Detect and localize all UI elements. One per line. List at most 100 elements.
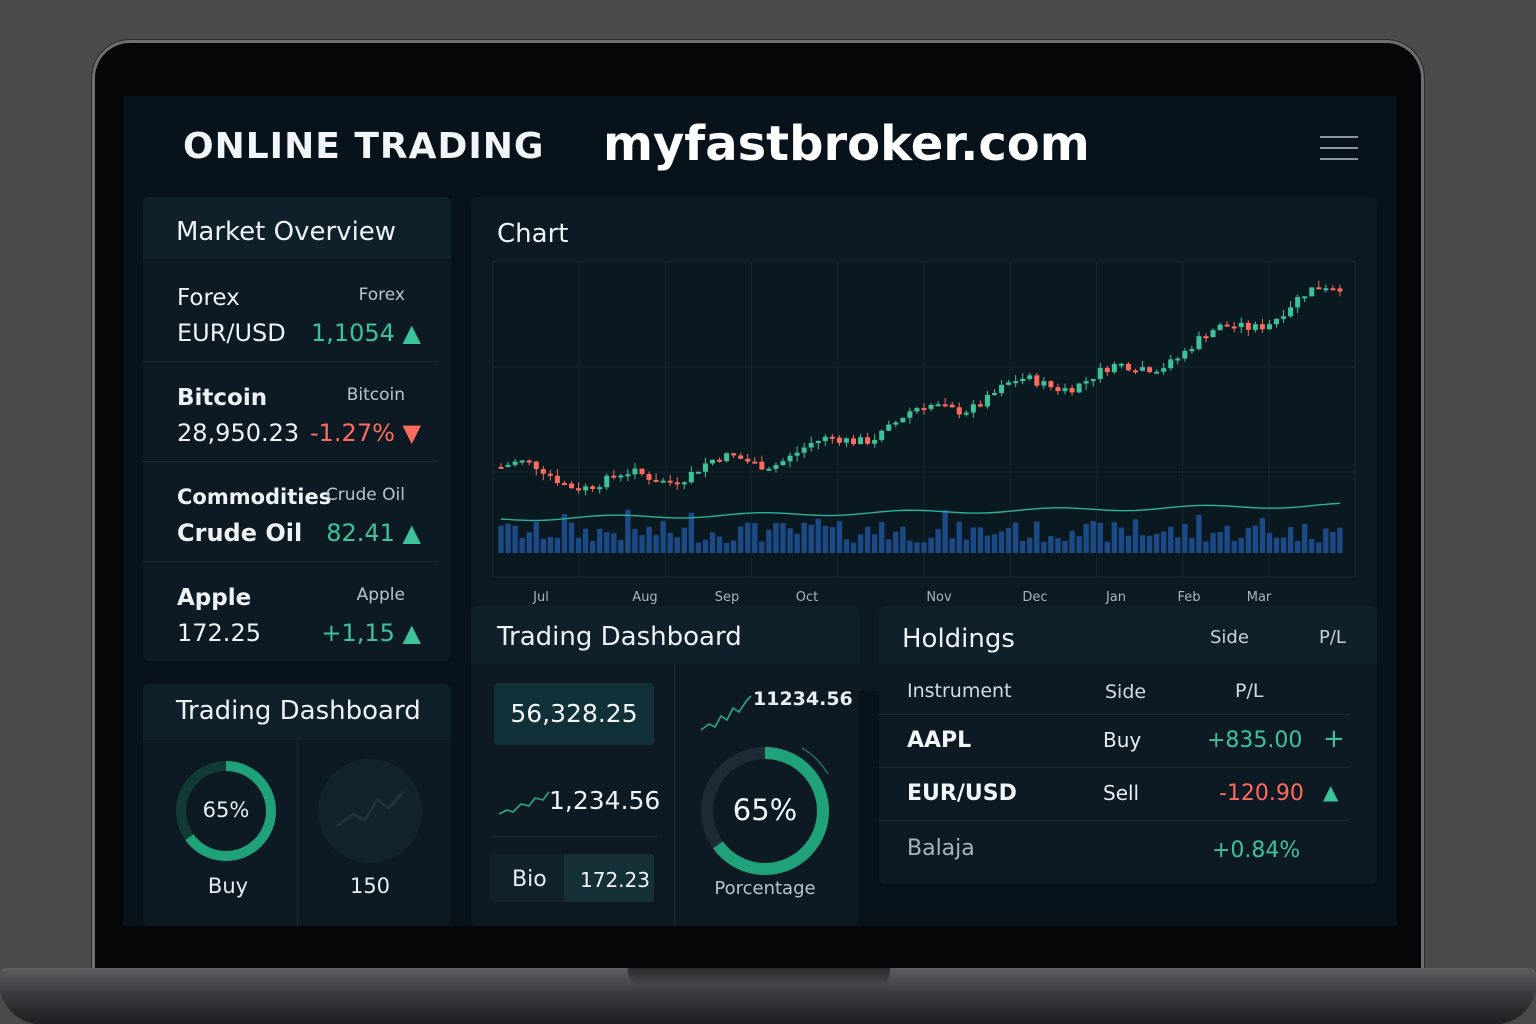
candle-body bbox=[745, 458, 751, 462]
volume-bar bbox=[1104, 541, 1110, 553]
candle-body bbox=[921, 408, 927, 411]
volume-bar bbox=[709, 532, 716, 553]
candle-body bbox=[1104, 367, 1110, 373]
menu-icon[interactable] bbox=[1320, 136, 1358, 162]
volume-bar bbox=[1034, 521, 1040, 553]
candle-body bbox=[1337, 288, 1343, 292]
candle-body bbox=[984, 394, 990, 407]
trading-dashboard-panel: Trading Dashboard 56,328.25 1,234.56 Bio… bbox=[471, 606, 859, 926]
candle-body bbox=[512, 461, 518, 465]
trading-dashboard-title: Trading Dashboard bbox=[497, 622, 742, 652]
volume-bar bbox=[843, 539, 850, 553]
volume-bar bbox=[674, 537, 680, 553]
candle-body bbox=[900, 417, 906, 423]
volume-bar bbox=[815, 518, 821, 553]
volume-bar bbox=[547, 536, 554, 553]
volume-bar bbox=[787, 528, 793, 553]
volume-bar bbox=[1012, 522, 1019, 553]
volume-bar bbox=[1182, 523, 1188, 553]
market-overview-panel: Market Overview Forex Forex EUR/USD 1,10… bbox=[143, 197, 451, 661]
market-item-name: Commodities bbox=[177, 485, 332, 509]
volume-bar bbox=[1069, 530, 1075, 553]
candle-body bbox=[498, 466, 504, 469]
candle-body bbox=[710, 459, 715, 464]
volume-bar bbox=[1273, 537, 1280, 553]
volume-bar bbox=[1062, 540, 1068, 553]
add-position-icon[interactable]: + bbox=[1323, 724, 1345, 754]
volume-bar bbox=[519, 537, 525, 553]
market-item-apple[interactable]: Apple Apple 172.25 +1,15 ▲ bbox=[143, 563, 439, 661]
candle-body bbox=[561, 483, 567, 486]
volume-bar bbox=[1287, 527, 1294, 553]
volume-bar bbox=[526, 532, 532, 553]
volume-bar bbox=[935, 529, 941, 553]
holding-row-eurusd[interactable]: EUR/USD Sell -120.90 ▲ bbox=[879, 767, 1349, 821]
volume-bar bbox=[822, 525, 828, 553]
volume-bar bbox=[893, 531, 899, 553]
holding-side: Sell bbox=[1103, 781, 1140, 805]
mini-dashboard-panel: Trading Dashboard 65% Buy 150 bbox=[143, 684, 451, 926]
bio-box[interactable]: Bio 172.23 bbox=[490, 854, 654, 902]
candle-body bbox=[724, 453, 730, 462]
gauge-value: 65% bbox=[732, 793, 798, 827]
volume-bar bbox=[1005, 527, 1012, 553]
market-item-forex[interactable]: Forex Forex EUR/USD 1,1054 ▲ bbox=[143, 263, 439, 362]
sparkline-icon bbox=[499, 791, 550, 815]
candle-body bbox=[702, 463, 708, 472]
holding-row-aapl[interactable]: AAPL Buy +835.00 + bbox=[879, 714, 1349, 768]
holding-pl: +0.84% bbox=[1212, 838, 1301, 863]
candle-body bbox=[836, 437, 842, 443]
spark-value: 11234.56 bbox=[753, 688, 853, 710]
x-tick-label: Feb bbox=[1177, 590, 1200, 605]
trend-up-icon[interactable]: ▲ bbox=[1323, 780, 1338, 804]
candle-body bbox=[1182, 350, 1188, 359]
volume-bar bbox=[1153, 533, 1160, 553]
market-item-symbol: 172.25 bbox=[177, 619, 261, 647]
candle-body bbox=[660, 480, 666, 483]
volume-bar bbox=[589, 541, 596, 553]
holding-row-balaja[interactable]: Balaja +0.84% bbox=[879, 820, 1349, 880]
candle-body bbox=[907, 411, 913, 418]
volume-bar bbox=[1041, 541, 1047, 553]
row-divider bbox=[489, 836, 657, 837]
balance-box[interactable]: 56,328.25 bbox=[494, 683, 654, 745]
market-item-commodities[interactable]: Commodities Crude Oil Crude Oil 82.41 ▲ bbox=[143, 463, 439, 562]
candle-body bbox=[999, 384, 1005, 394]
candle-body bbox=[872, 439, 878, 444]
candle-body bbox=[646, 474, 652, 480]
candle-body bbox=[1013, 381, 1019, 384]
candle-body bbox=[738, 455, 744, 459]
volume-bar bbox=[1175, 537, 1181, 553]
candle-body bbox=[879, 430, 885, 440]
volume-bar bbox=[561, 513, 568, 553]
volume-bar bbox=[1238, 537, 1244, 553]
candle-body bbox=[963, 412, 969, 415]
candle-body bbox=[1133, 370, 1138, 373]
volume-bar bbox=[618, 540, 624, 553]
volume-bar bbox=[836, 521, 843, 553]
volume-bar bbox=[766, 529, 772, 553]
candle-body bbox=[681, 482, 687, 485]
holding-instrument: EUR/USD bbox=[907, 781, 1017, 806]
volume-bar bbox=[1189, 538, 1195, 553]
volume-bar bbox=[625, 509, 631, 553]
volume-bar bbox=[1217, 532, 1223, 553]
candle-body bbox=[1288, 307, 1294, 317]
col-pl: P/L bbox=[1235, 680, 1264, 702]
col-instrument: Instrument bbox=[907, 680, 1012, 702]
candle-body bbox=[1168, 359, 1174, 369]
candle-body bbox=[1069, 388, 1075, 393]
count-label: 150 bbox=[349, 874, 391, 898]
candle-body bbox=[1175, 358, 1181, 361]
candle-body bbox=[590, 486, 596, 489]
volume-bar bbox=[1309, 538, 1315, 553]
volume-bar bbox=[808, 524, 814, 553]
market-item-bitcoin[interactable]: Bitcoin Bitcoin 28,950.23 -1.27% ▼ bbox=[143, 363, 439, 462]
volume-bar bbox=[1337, 527, 1343, 553]
volume-bar bbox=[984, 535, 991, 553]
candle-body bbox=[935, 404, 941, 407]
candle-body bbox=[519, 460, 525, 463]
volume-bar bbox=[942, 510, 948, 553]
volume-bar bbox=[667, 532, 673, 553]
candle-body bbox=[1125, 363, 1131, 371]
